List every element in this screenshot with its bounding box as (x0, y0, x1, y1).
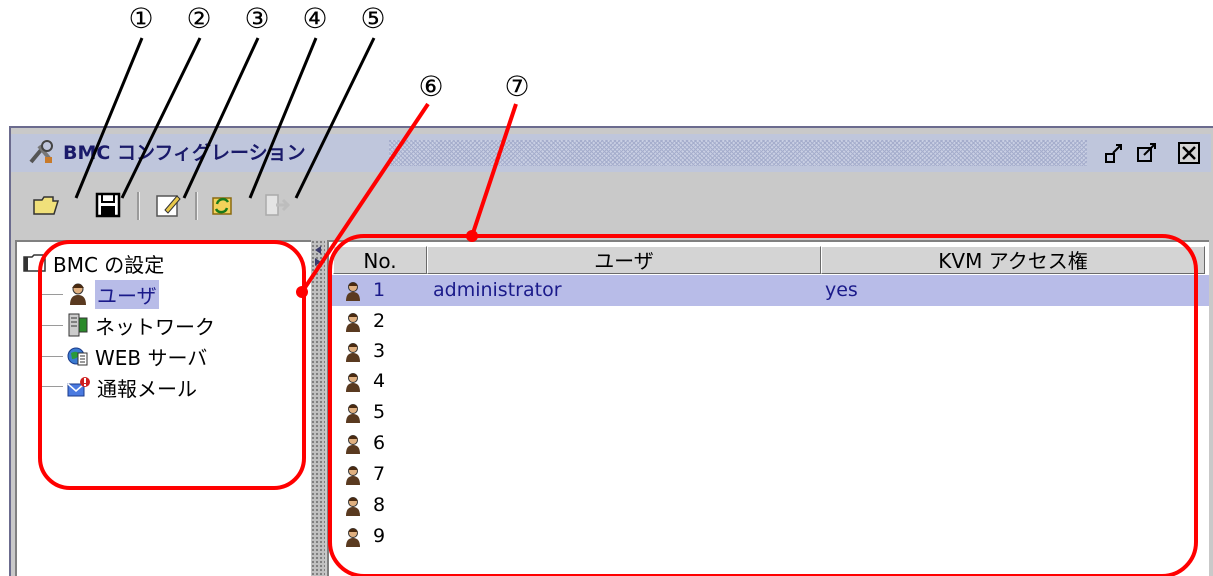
column-header-kvm[interactable]: KVM アクセス権 (821, 246, 1205, 274)
cell-no: 5 (373, 401, 386, 423)
title-bar[interactable]: BMC コンフィグレーション (11, 134, 1211, 172)
table-row[interactable]: 2 (329, 306, 1209, 337)
title-bar-pattern (389, 140, 1087, 166)
user-icon (346, 466, 360, 485)
user-icon (70, 283, 86, 305)
cell-user: administrator (433, 279, 562, 301)
tree-item-label: ネットワーク (95, 314, 215, 339)
tree-line (41, 276, 42, 386)
user-icon (346, 497, 360, 516)
toolbar-separator (137, 192, 140, 220)
callout-7: ⑦ (504, 70, 530, 103)
tree-line (41, 325, 63, 326)
folder-icon (23, 254, 46, 272)
column-header-no[interactable]: No. (333, 246, 427, 274)
user-icon (346, 343, 360, 362)
refresh-icon[interactable] (207, 190, 237, 220)
close-icon[interactable] (1177, 141, 1201, 165)
tree-line (41, 356, 63, 357)
cell-no: 3 (373, 340, 386, 362)
bmc-config-window: BMC コンフィグレーション BMC の設定 ユーザ ネットワーク WEB サー… (9, 126, 1213, 576)
tree-item-label: 通報メール (97, 376, 197, 401)
cell-kvm: yes (825, 279, 858, 301)
network-icon (68, 313, 88, 337)
edit-icon[interactable] (153, 190, 183, 220)
cell-no: 7 (373, 463, 386, 485)
web-server-icon (67, 347, 88, 366)
table-row[interactable]: 4 (329, 366, 1209, 397)
user-table: No. ユーザ KVM アクセス権 1 administrator yes 2 … (327, 240, 1209, 576)
tree-item-network[interactable]: ネットワーク (67, 312, 215, 339)
tree-item-user[interactable]: ユーザ (67, 279, 159, 309)
cell-no: 8 (373, 494, 386, 516)
table-row[interactable]: 9 (329, 521, 1209, 552)
callout-3: ③ (244, 2, 270, 35)
tree-item-web-server[interactable]: WEB サーバ (67, 343, 208, 370)
minimize-icon[interactable] (1103, 141, 1127, 165)
table-row[interactable]: 3 (329, 336, 1209, 367)
export-icon[interactable] (261, 190, 291, 220)
callout-5: ⑤ (360, 2, 386, 35)
user-icon (346, 404, 360, 423)
tree-item-label: ユーザ (95, 279, 159, 309)
collapse-arrow-icon[interactable] (313, 244, 323, 270)
table-row[interactable]: 7 (329, 459, 1209, 490)
table-row[interactable]: 6 (329, 428, 1209, 459)
open-folder-icon[interactable] (31, 190, 61, 220)
alert-mail-icon (67, 377, 90, 397)
tree-line (41, 386, 63, 387)
maximize-icon[interactable] (1135, 141, 1159, 165)
user-icon (346, 313, 360, 332)
tree-item-alert-mail[interactable]: 通報メール (67, 374, 197, 401)
table-row[interactable]: 1 administrator yes (329, 275, 1209, 306)
callout-4: ④ (302, 2, 328, 35)
callout-6: ⑥ (418, 70, 444, 103)
cell-no: 9 (373, 525, 386, 547)
user-icon (346, 435, 360, 454)
split-pane-divider[interactable] (311, 240, 325, 576)
user-icon (346, 282, 360, 301)
tree-root-label: BMC の設定 (53, 252, 165, 277)
column-header-user[interactable]: ユーザ (427, 246, 821, 274)
window-title: BMC コンフィグレーション (63, 142, 306, 164)
settings-tree: BMC の設定 ユーザ ネットワーク WEB サーバ 通報メール (15, 240, 311, 576)
tree-root[interactable]: BMC の設定 (23, 250, 165, 277)
cell-no: 4 (373, 370, 386, 392)
callout-2: ② (186, 2, 212, 35)
cell-no: 2 (373, 310, 386, 332)
tools-icon (29, 140, 53, 164)
save-icon[interactable] (93, 190, 123, 220)
tree-item-label: WEB サーバ (95, 345, 208, 370)
toolbar (11, 182, 1211, 228)
cell-no: 6 (373, 432, 386, 454)
table-row[interactable]: 5 (329, 397, 1209, 428)
table-row[interactable]: 8 (329, 490, 1209, 521)
toolbar-separator (195, 192, 198, 220)
callout-1: ① (128, 2, 154, 35)
tree-line (41, 294, 63, 295)
user-icon (346, 528, 360, 547)
user-icon (346, 373, 360, 392)
cell-no: 1 (373, 279, 386, 301)
